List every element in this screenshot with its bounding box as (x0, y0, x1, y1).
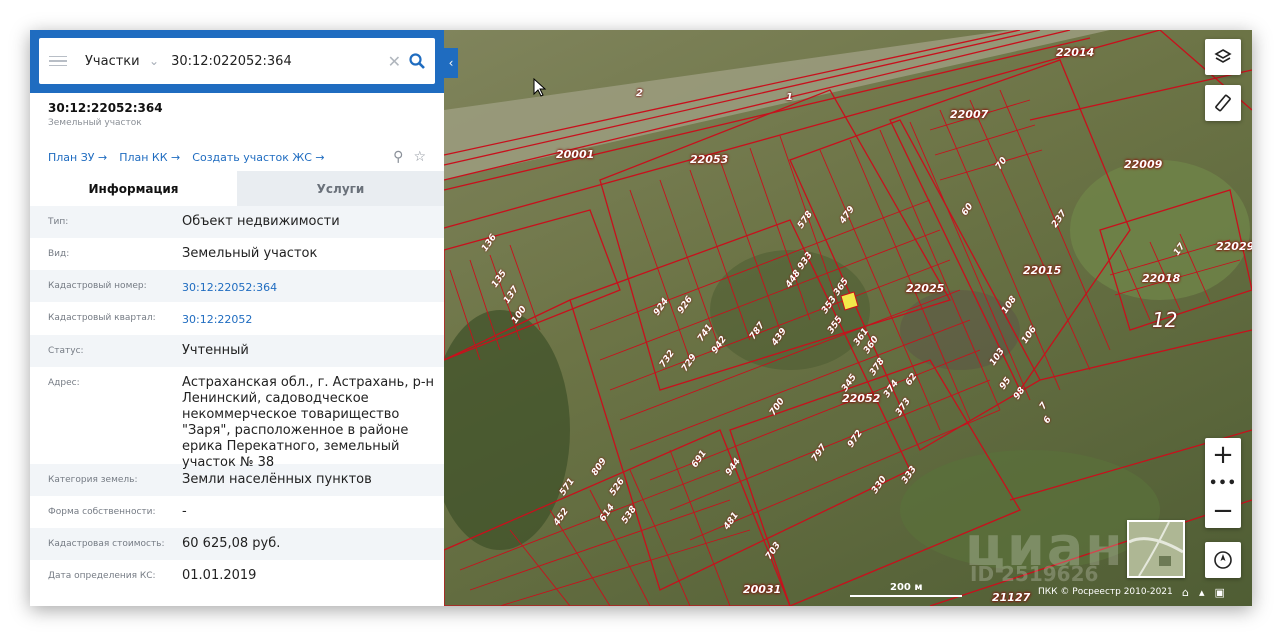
search-icon[interactable] (409, 53, 425, 69)
search-input[interactable]: 30:12:022052:364 (171, 54, 388, 69)
info-panel: Участки ⌄ 30:12:022052:364 ✕ ‹ 30:12:220… (30, 30, 458, 606)
search-bar-container: Участки ⌄ 30:12:022052:364 ✕ ‹ (30, 30, 458, 93)
info-row: Кадастровая стоимость: 60 625,08 руб. (30, 528, 444, 560)
favorite-star-icon[interactable]: ☆ (413, 149, 426, 165)
layer-select[interactable]: Участки (85, 54, 149, 69)
minimap-image (1129, 522, 1183, 576)
info-table: Тип: Объект недвижимости Вид: Земельный … (30, 206, 444, 593)
scale-line (850, 595, 962, 597)
parcel-label: 1 (786, 92, 793, 103)
info-key: Тип: (48, 217, 69, 227)
quarter-label: 21127 (992, 591, 1031, 604)
info-row: Категория земель: Земли населённых пункт… (30, 464, 444, 496)
quarter-label: 22029 (1216, 240, 1252, 253)
info-value: Земельный участок (182, 246, 318, 261)
close-icon[interactable]: ✕ (388, 52, 401, 71)
quarter-label: 22014 (1056, 46, 1095, 59)
plan-zu-link[interactable]: План ЗУ → (48, 151, 107, 164)
zoom-out-button[interactable]: − (1205, 494, 1241, 528)
quarter-label: 22025 (906, 282, 945, 295)
parcel-label: 12 (1152, 308, 1178, 332)
quarter-label: 22007 (950, 108, 989, 121)
object-header: 30:12:22052:364 Земельный участок (30, 93, 444, 143)
parcel-label: 2 (636, 88, 643, 99)
info-value: 60 625,08 руб. (182, 536, 281, 551)
chevron-down-icon[interactable]: ⌄ (149, 54, 159, 68)
info-row: Форма собственности: - (30, 496, 444, 528)
map-attribution: ПКК © Росреестр 2010-2021 (1038, 587, 1173, 597)
plan-kk-link[interactable]: План КК → (119, 151, 180, 164)
menu-icon[interactable] (49, 55, 67, 67)
info-row: Тип: Объект недвижимости (30, 206, 444, 238)
info-key: Статус: (48, 346, 84, 356)
app-window: 20001 22053 22014 22007 22009 22029 2201… (30, 30, 1252, 606)
info-value: - (182, 504, 187, 519)
info-key: Кадастровый номер: (48, 281, 147, 291)
info-row: Дата определения КС: 01.01.2019 (30, 560, 444, 593)
compass-icon (1214, 551, 1232, 569)
quarter-label: 20001 (556, 148, 595, 161)
scale-label: 200 м (890, 582, 923, 593)
quarter-label: 22053 (690, 153, 729, 166)
address-value: Астраханская обл., г. Астрахань, р-н Лен… (182, 375, 435, 470)
quarter-label: 22015 (1023, 264, 1062, 277)
share-icon[interactable]: ▴ (1199, 586, 1205, 599)
info-row: Кадастровый квартал: 30:12:22052 (30, 302, 444, 335)
object-links: План ЗУ → План КК → Создать участок ЖС →… (30, 143, 444, 171)
info-key: Категория земель: (48, 475, 138, 485)
layers-icon (1214, 49, 1232, 63)
quarter-label: 22009 (1124, 158, 1163, 171)
tab-services[interactable]: Услуги (237, 171, 444, 206)
info-row: Статус: Учтенный (30, 335, 444, 367)
info-value: Объект недвижимости (182, 214, 340, 229)
info-value: Учтенный (182, 343, 249, 358)
info-row: Кадастровый номер: 30:12:22052:364 (30, 270, 444, 302)
quarter-label: 20031 (743, 583, 782, 596)
mouse-cursor-icon (533, 78, 547, 97)
more-options-button[interactable]: ••• (1205, 472, 1241, 494)
info-row: Вид: Земельный участок (30, 238, 444, 270)
object-title: 30:12:22052:364 (48, 101, 163, 115)
tab-information[interactable]: Информация (30, 171, 237, 206)
compass-button[interactable] (1205, 542, 1241, 578)
info-tabs: Информация Услуги (30, 171, 444, 206)
cadastral-quarter-link[interactable]: 30:12:22052 (182, 302, 444, 335)
search-bar: Участки ⌄ 30:12:022052:364 ✕ (39, 38, 435, 84)
info-value: 01.01.2019 (182, 568, 257, 583)
info-row: Адрес: Астраханская обл., г. Астрахань, … (30, 367, 444, 470)
info-key: Форма собственности: (48, 507, 156, 517)
fullscreen-icon[interactable]: ▣ (1215, 586, 1225, 599)
zoom-controls: + ••• − (1205, 438, 1241, 528)
ruler-button[interactable] (1205, 85, 1241, 121)
info-key: Кадастровый квартал: (48, 313, 156, 323)
scale-bar: 200 м (850, 582, 962, 597)
ruler-icon (1215, 94, 1231, 112)
info-key: Дата определения КС: (48, 571, 156, 581)
object-subtitle: Земельный участок (48, 118, 142, 128)
create-parcel-link[interactable]: Создать участок ЖС → (192, 151, 324, 164)
info-key: Кадастровая стоимость: (48, 539, 165, 549)
watermark-id: ID 2519626 (970, 562, 1099, 586)
minimap-thumbnail[interactable] (1127, 520, 1185, 578)
info-value: Земли населённых пунктов (182, 472, 372, 487)
home-icon[interactable]: ⌂ (1182, 586, 1189, 599)
cadastral-number-link[interactable]: 30:12:22052:364 (182, 270, 444, 302)
zoom-in-button[interactable]: + (1205, 438, 1241, 472)
footer-icons: ⌂ ▴ ▣ (1182, 586, 1225, 599)
zoom-to-object-icon[interactable]: ⚲ (393, 149, 403, 165)
info-key: Вид: (48, 249, 70, 259)
layers-button[interactable] (1205, 39, 1241, 75)
info-key: Адрес: (48, 378, 80, 388)
quarter-label: 22018 (1142, 272, 1181, 285)
collapse-panel-button[interactable]: ‹ (444, 48, 458, 78)
